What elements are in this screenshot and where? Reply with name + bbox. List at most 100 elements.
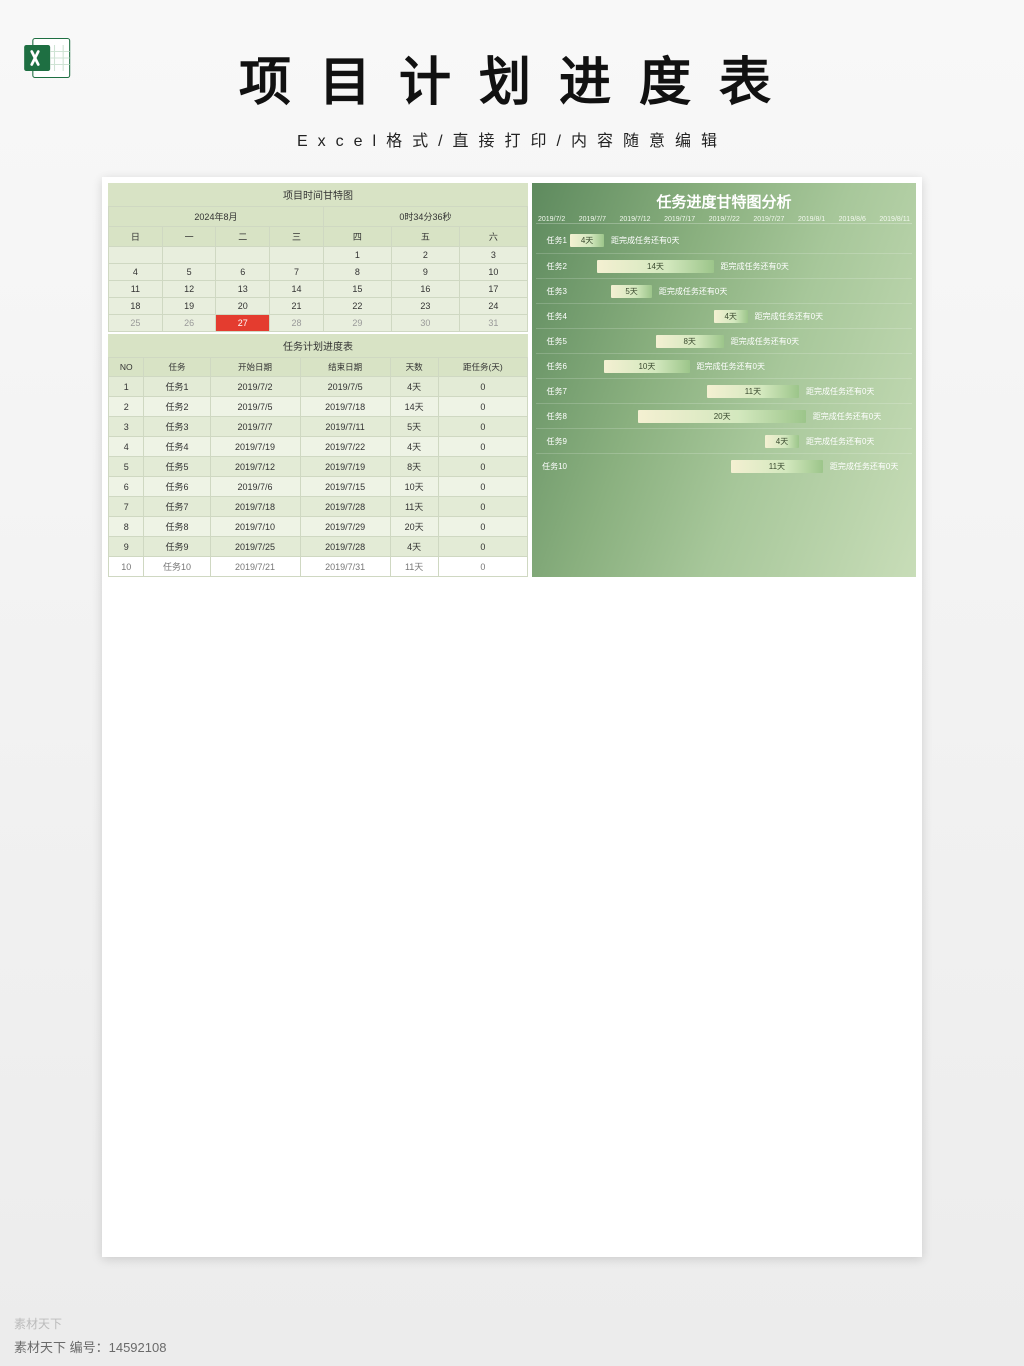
task-cell: 0 [438,517,527,537]
gantt-row-label: 任务5 [536,336,570,347]
gantt-row: 任务610天距完成任务还有0天 [536,353,912,378]
calendar-day-cell [162,247,216,264]
task-cell: 2019/7/6 [210,477,300,497]
page-header: 项目计划进度表 Excel格式/直接打印/内容随意编辑 [0,0,1024,159]
task-cell: 0 [438,397,527,417]
calendar-dow-cell: 三 [270,227,324,247]
gantt-bar: 11天 [707,385,799,398]
gantt-row: 任务214天距完成任务还有0天 [536,253,912,278]
gantt-axis-tick: 2019/8/11 [879,216,910,223]
task-cell: 0 [438,377,527,397]
calendar-day-cell: 16 [391,281,459,298]
task-cell: 1 [109,377,144,397]
task-col-header: 任务 [144,358,210,377]
gantt-title: 任务进度甘特图分析 [536,191,912,212]
gantt-row: 任务711天距完成任务还有0天 [536,378,912,403]
task-cell: 任务8 [144,517,210,537]
task-cell: 2019/7/31 [300,557,390,577]
calendar-day-cell: 13 [216,281,270,298]
task-table-title: 任务计划进度表 [108,334,528,357]
task-cell: 2019/7/19 [300,457,390,477]
task-cell: 14天 [390,397,438,417]
calendar-day-cell [270,247,324,264]
gantt-track: 20天距完成任务还有0天 [570,404,912,428]
calendar-day-cell: 29 [323,315,391,332]
task-cell: 0 [438,497,527,517]
gantt-row-label: 任务2 [536,261,570,272]
calendar-dow-cell: 二 [216,227,270,247]
task-cell: 4天 [390,537,438,557]
task-cell: 2019/7/21 [210,557,300,577]
footer-meta: 素材天下 编号：14592108 [14,1337,166,1356]
gantt-track: 14天距完成任务还有0天 [570,254,912,278]
task-cell: 8天 [390,457,438,477]
calendar-day-cell: 8 [323,264,391,281]
calendar-day-cell: 25 [109,315,163,332]
task-cell: 2019/7/7 [210,417,300,437]
gantt-bar: 10天 [604,360,690,373]
calendar-day-cell: 4 [109,264,163,281]
calendar-day-cell: 1 [323,247,391,264]
gantt-row-label: 任务6 [536,361,570,372]
gantt-panel: 任务进度甘特图分析 2019/7/2 2019/7/7 2019/7/12 2019/… [532,183,916,577]
gantt-axis-tick: 2019/7/27 [753,216,784,223]
task-cell: 2019/7/15 [300,477,390,497]
task-cell: 任务3 [144,417,210,437]
calendar-day-cell: 19 [162,298,216,315]
task-cell: 0 [438,537,527,557]
gantt-axis-tick: 2019/7/2 [538,216,565,223]
task-cell: 2019/7/28 [300,537,390,557]
gantt-track: 11天距完成任务还有0天 [570,454,912,478]
calendar-dow-cell: 六 [459,227,527,247]
task-cell: 任务10 [144,557,210,577]
gantt-axis-tick: 2019/7/7 [579,216,606,223]
calendar-day-cell: 15 [323,281,391,298]
calendar-day-cell: 31 [459,315,527,332]
task-cell: 2019/7/10 [210,517,300,537]
task-cell: 5天 [390,417,438,437]
calendar-day-cell: 9 [391,264,459,281]
gantt-note: 距完成任务还有0天 [813,410,881,423]
task-table: NO任务开始日期结束日期天数距任务(天) 1任务12019/7/22019/7/… [108,357,528,577]
calendar-day-cell: 22 [323,298,391,315]
task-cell: 10 [109,557,144,577]
gantt-body: 任务14天距完成任务还有0天任务214天距完成任务还有0天任务35天距完成任务还… [536,228,912,478]
calendar-day-cell [216,247,270,264]
gantt-track: 4天距完成任务还有0天 [570,304,912,328]
gantt-note: 距完成任务还有0天 [806,435,874,448]
worksheet-preview: 项目时间甘特图 2024年8月0时34分36秒 日一二三四五六 12345678… [102,177,922,1257]
task-cell: 2 [109,397,144,417]
task-cell: 任务5 [144,457,210,477]
calendar-day-cell: 12 [162,281,216,298]
calendar-day-cell: 6 [216,264,270,281]
task-cell: 任务9 [144,537,210,557]
gantt-row: 任务14天距完成任务还有0天 [536,228,912,253]
calendar-day-cell: 24 [459,298,527,315]
gantt-row-label: 任务3 [536,286,570,297]
gantt-row-label: 任务7 [536,386,570,397]
calendar-day-cell: 2 [391,247,459,264]
task-cell: 2019/7/25 [210,537,300,557]
task-cell: 任务7 [144,497,210,517]
task-cell: 2019/7/18 [210,497,300,517]
task-cell: 0 [438,557,527,577]
calendar-day-cell: 27 [216,315,270,332]
gantt-track: 5天距完成任务还有0天 [570,279,912,303]
calendar-day-cell [109,247,163,264]
task-col-header: 距任务(天) [438,358,527,377]
task-cell: 20天 [390,517,438,537]
gantt-row: 任务44天距完成任务还有0天 [536,303,912,328]
gantt-track: 4天距完成任务还有0天 [570,429,912,453]
gantt-bar: 4天 [765,435,799,448]
task-cell: 2019/7/5 [300,377,390,397]
gantt-row: 任务1011天距完成任务还有0天 [536,453,912,478]
task-col-header: NO [109,358,144,377]
gantt-row: 任务820天距完成任务还有0天 [536,403,912,428]
task-cell: 任务4 [144,437,210,457]
task-cell: 任务6 [144,477,210,497]
task-cell: 2019/7/28 [300,497,390,517]
gantt-axis-tick: 2019/7/12 [619,216,650,223]
task-cell: 2019/7/5 [210,397,300,417]
calendar-title: 项目时间甘特图 [108,183,528,206]
task-cell: 0 [438,457,527,477]
